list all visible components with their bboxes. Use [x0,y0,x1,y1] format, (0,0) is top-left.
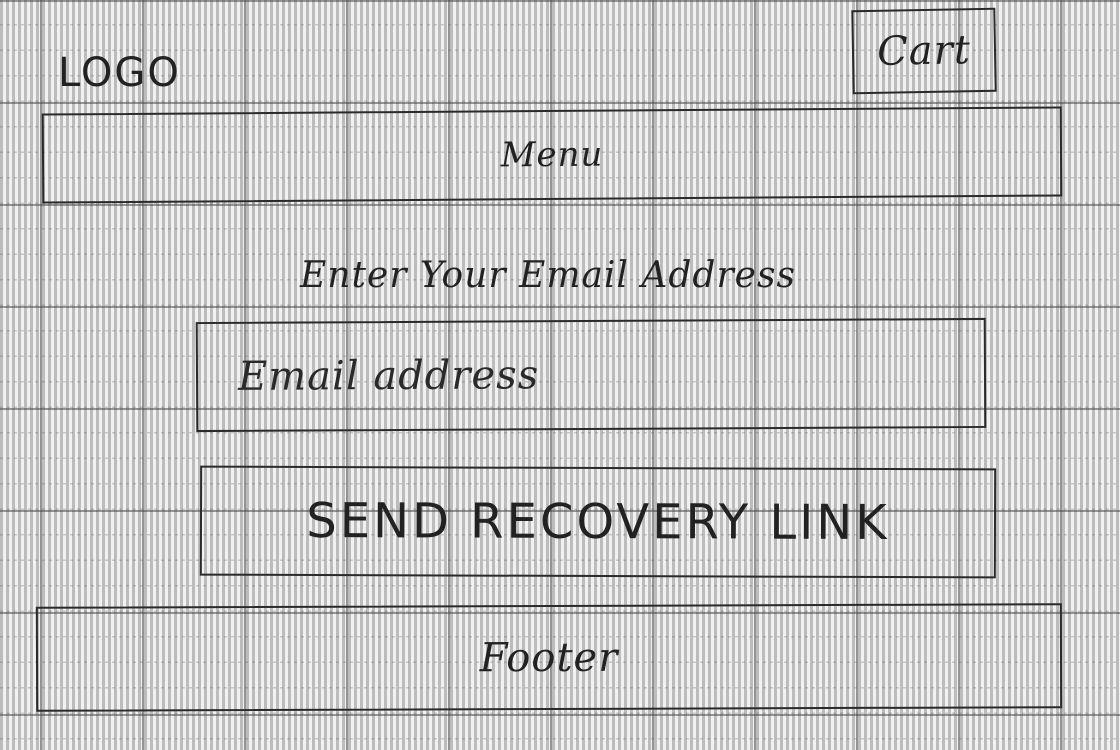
cart-button-label: Cart [876,27,972,75]
main-menu-bar[interactable]: Menu [41,106,1063,204]
footer: Footer [35,603,1063,712]
send-recovery-link-button[interactable]: SEND RECOVERY LINK [199,465,997,579]
recovery-heading: Enter Your Email Address [300,255,796,296]
email-input-placeholder: Email address [237,352,540,400]
send-recovery-link-label: SEND RECOVERY LINK [306,492,890,552]
menu-label: Menu [500,134,604,176]
footer-label: Footer [479,634,619,681]
email-input[interactable]: Email address [195,317,987,433]
cart-button[interactable]: Cart [851,7,997,95]
logo[interactable]: LOGO [58,50,181,96]
